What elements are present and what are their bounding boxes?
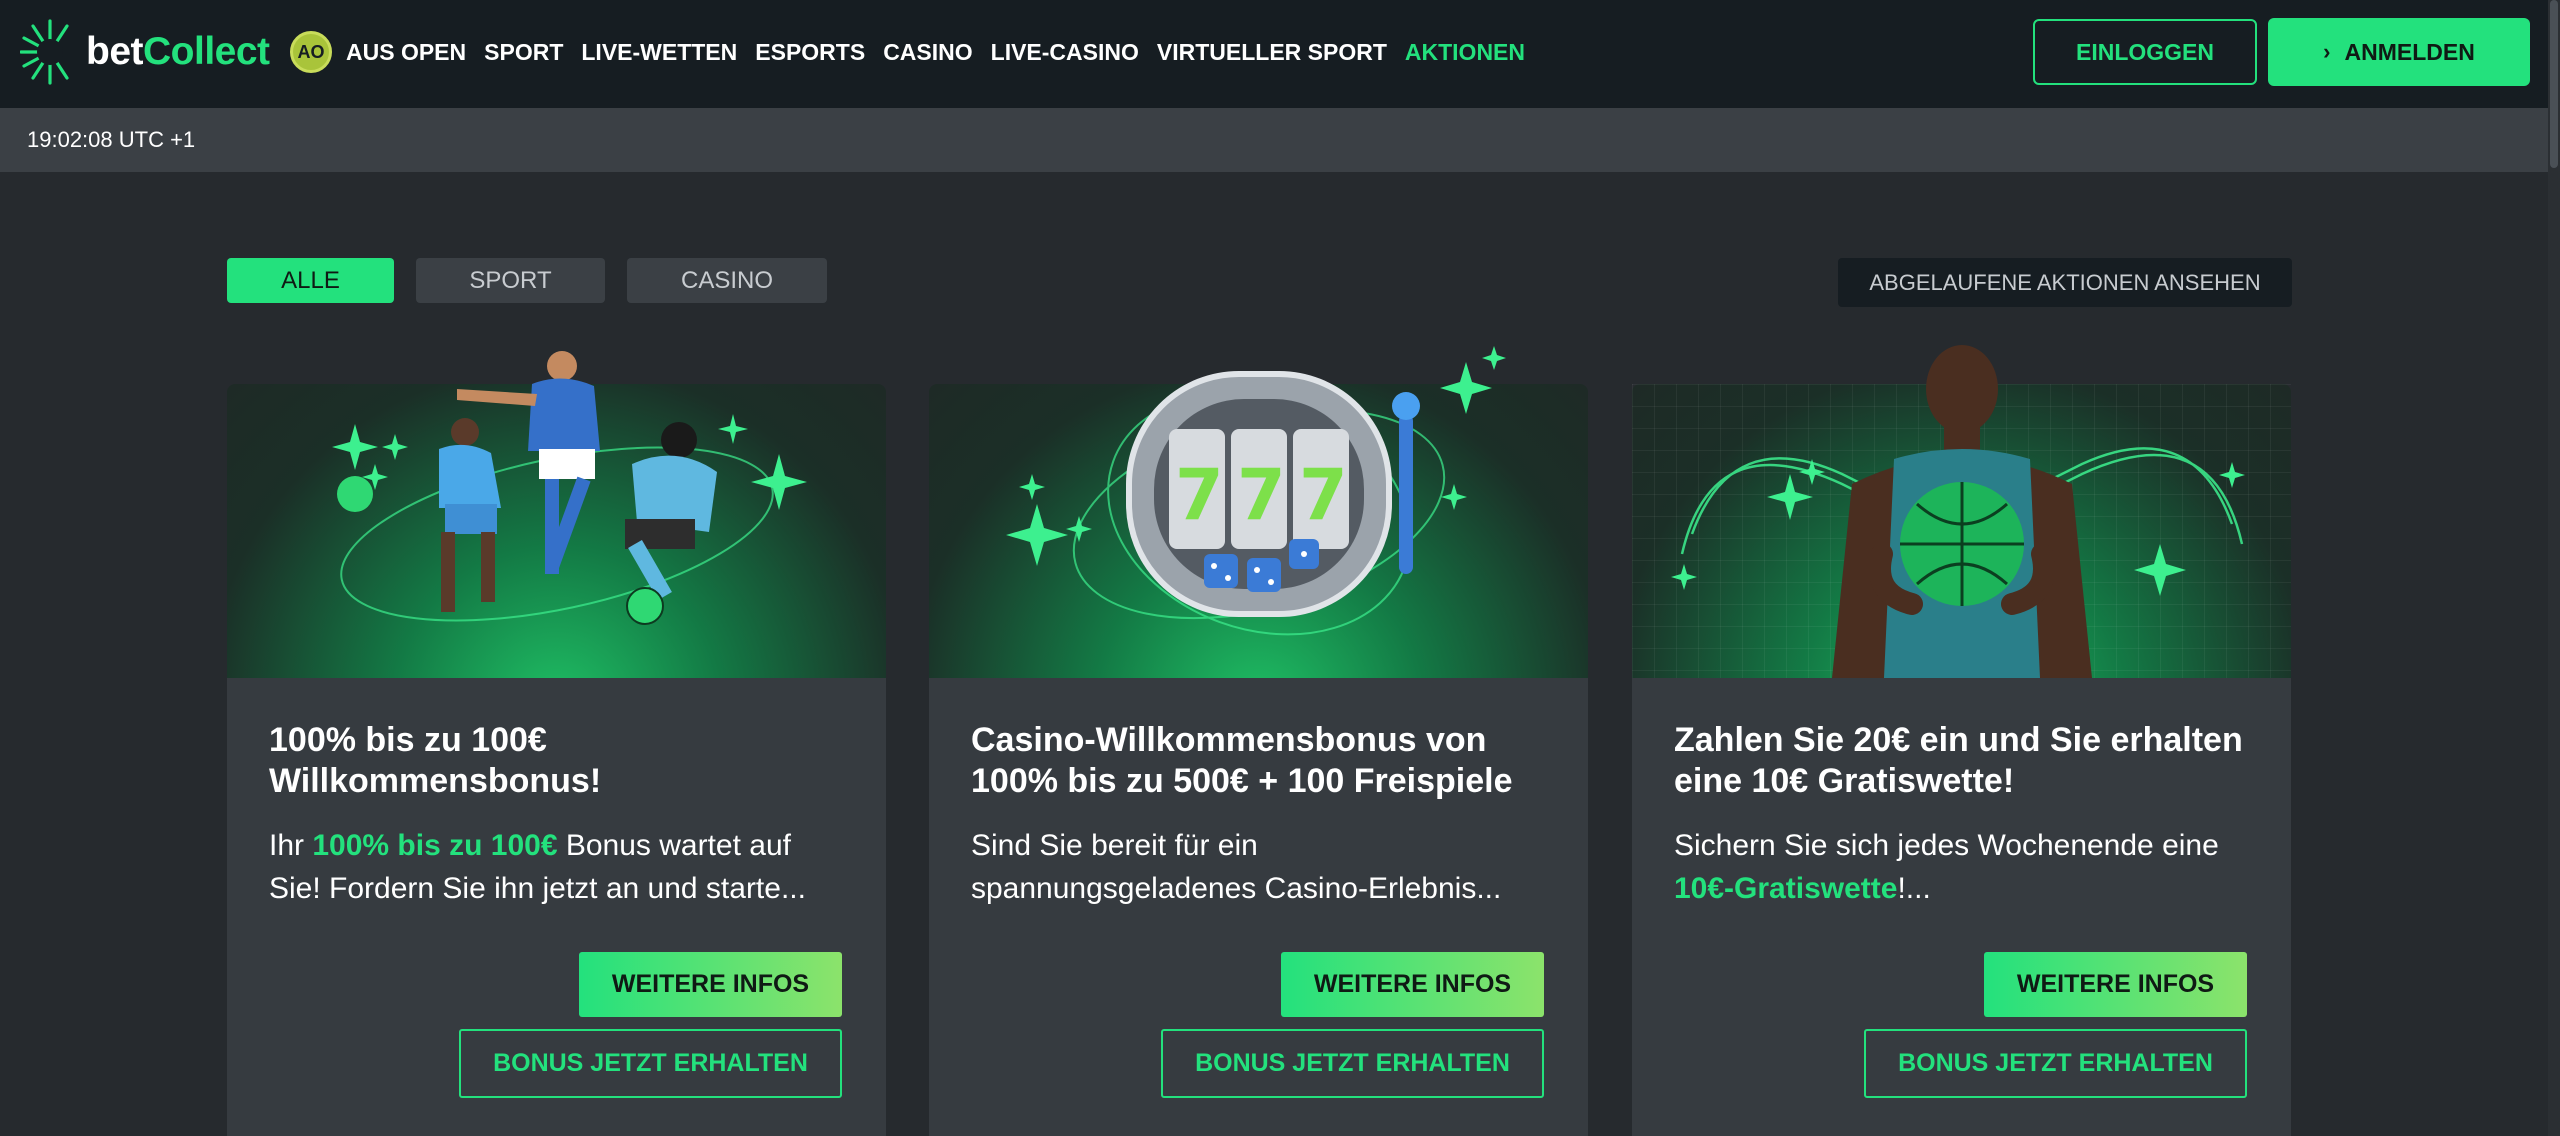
view-expired-promotions-button[interactable]: ABGELAUFENE AKTIONEN ANSEHEN (1838, 258, 2292, 307)
description-highlight: 10€-Gratiswette (1674, 872, 1898, 905)
aus-open-badge-icon[interactable]: AO (290, 31, 332, 73)
main-nav: AO AUS OPEN SPORT LIVE-WETTEN ESPORTS CA… (290, 28, 1543, 76)
promotion-image[interactable] (227, 344, 886, 678)
description-highlight: 100% bis zu 100€ (312, 829, 558, 862)
more-info-button[interactable]: WEITERE INFOS (1281, 952, 1544, 1017)
nav-item-live-wetten[interactable]: LIVE-WETTEN (581, 39, 737, 66)
login-button[interactable]: EINLOGGEN (2033, 19, 2257, 85)
claim-bonus-button[interactable]: BONUS JETZT ERHALTEN (459, 1029, 842, 1098)
promotion-title: 100% bis zu 100€ Willkommensbonus! (269, 721, 602, 800)
nav-item-casino[interactable]: CASINO (883, 39, 972, 66)
nav-item-esports[interactable]: ESPORTS (755, 39, 865, 66)
description-text: Sind Sie bereit für ein spannungsgeladen… (971, 829, 1502, 905)
promotion-image[interactable]: 7 7 7 (929, 344, 1588, 678)
promotion-title: Zahlen Sie 20€ ein und Sie erhalten eine… (1674, 721, 2243, 800)
page-scrollbar[interactable] (2548, 0, 2560, 1136)
chevron-right-icon: › (2323, 39, 2331, 64)
nav-item-sport[interactable]: SPORT (484, 39, 563, 66)
betcollect-burst-icon (20, 19, 69, 85)
description-text: Sichern Sie sich jedes Wochenende eine (1674, 829, 2219, 862)
filter-tab-alle[interactable]: ALLE (227, 258, 394, 303)
svg-text:7: 7 (1237, 454, 1286, 536)
soccer-players-icon (332, 351, 807, 625)
svg-text:7: 7 (1299, 454, 1348, 536)
claim-bonus-button[interactable]: BONUS JETZT ERHALTEN (1161, 1029, 1544, 1098)
filter-tab-sport[interactable]: SPORT (416, 258, 605, 303)
betcollect-logo[interactable]: betCollect (20, 18, 270, 86)
top-navigation-bar: betCollect AO AUS OPEN SPORT LIVE-WETTEN… (0, 0, 2560, 108)
register-button[interactable]: › ANMELDEN (2268, 18, 2530, 86)
promotion-card: Zahlen Sie 20€ ein und Sie erhalten eine… (1632, 344, 2291, 1136)
slot-machine-icon: 7 7 7 (1006, 346, 1506, 636)
promotion-description: Sichern Sie sich jedes Wochenende eine 1… (1674, 824, 2249, 910)
description-text-end: !... (1897, 872, 1931, 905)
more-info-button[interactable]: WEITERE INFOS (579, 952, 842, 1017)
basketball-player-icon (1671, 345, 2245, 678)
register-button-label: ANMELDEN (2344, 38, 2475, 65)
promotion-card: 100% bis zu 100€ Willkommensbonus! Ihr 1… (227, 344, 886, 1136)
time-bar: 19:02:08 UTC +1 (0, 108, 2548, 172)
nav-item-live-casino[interactable]: LIVE-CASINO (991, 39, 1139, 66)
promotion-image[interactable] (1632, 344, 2291, 678)
nav-item-virtueller-sport[interactable]: VIRTUELLER SPORT (1157, 39, 1387, 66)
current-time: 19:02:08 UTC +1 (27, 127, 196, 152)
svg-text:7: 7 (1175, 454, 1224, 536)
nav-item-aus-open[interactable]: AUS OPEN (346, 39, 466, 66)
scrollbar-thumb[interactable] (2550, 0, 2558, 168)
claim-bonus-button[interactable]: BONUS JETZT ERHALTEN (1864, 1029, 2247, 1098)
nav-item-aktionen[interactable]: AKTIONEN (1405, 39, 1525, 66)
more-info-button[interactable]: WEITERE INFOS (1984, 952, 2247, 1017)
brand-name-part-bet: bet (86, 30, 144, 73)
promotion-title: Casino-Willkommensbonus von 100% bis zu … (971, 721, 1513, 800)
filter-tab-casino[interactable]: CASINO (627, 258, 827, 303)
promotion-card: 7 7 7 Casino-Willkommensbonus von 100% b… (929, 344, 1588, 1136)
promotion-filter-tabs: ALLE SPORT CASINO (227, 258, 849, 303)
description-text: Ihr (269, 829, 313, 862)
promotion-description: Ihr 100% bis zu 100€ Bonus wartet auf Si… (269, 824, 844, 910)
promotion-description: Sind Sie bereit für ein spannungsgeladen… (971, 824, 1546, 910)
brand-name: betCollect (86, 30, 270, 74)
brand-name-part-collect: Collect (143, 30, 270, 73)
